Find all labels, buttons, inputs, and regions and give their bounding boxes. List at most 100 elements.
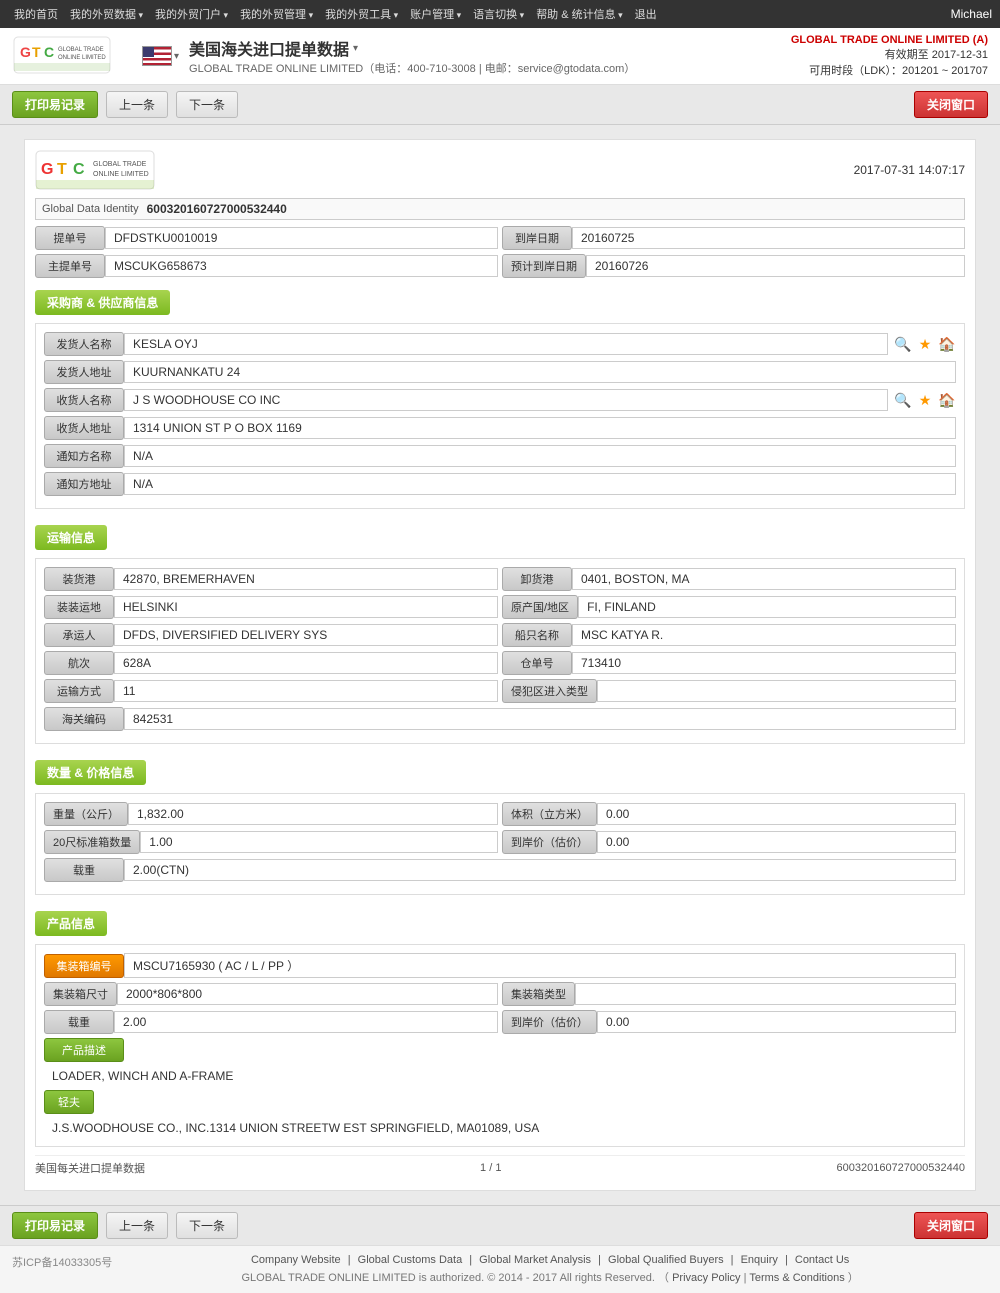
svg-text:GLOBAL TRADE: GLOBAL TRADE <box>93 161 147 168</box>
estimated-arrival-value: 20160726 <box>586 255 965 277</box>
origin-country-value: FI, FINLAND <box>578 596 956 618</box>
privacy-link[interactable]: Privacy Policy <box>672 1272 740 1284</box>
container-no-row: 集装箱编号 MSCU7165930 ( AC / L / PP ） <box>44 953 956 978</box>
shipper-addr-row: 发货人地址 KUURNANKATU 24 <box>44 360 956 384</box>
notify-addr-label: 通知方地址 <box>44 472 124 496</box>
container-no-label: 集装箱编号 <box>44 954 124 978</box>
consignee-name-icons: 🔍 ★ 🏠 <box>894 391 956 409</box>
nav-account[interactable]: 账户管理 <box>404 6 467 22</box>
bottom-toolbar: 打印易记录 上一条 下一条 关闭窗口 <box>0 1205 1000 1245</box>
title-dropdown[interactable]: ▾ <box>353 43 358 54</box>
account-time: 可用时段（LDK）：201201 ~ 201707 <box>791 62 988 78</box>
shipper-addr-value: KUURNANKATU 24 <box>124 361 956 383</box>
icp-number: 苏ICP备14033305号 <box>12 1254 112 1270</box>
consignee-name-value: J S WOODHOUSE CO INC <box>124 389 888 411</box>
product-section: 集装箱编号 MSCU7165930 ( AC / L / PP ） 集装箱尺寸 … <box>35 944 965 1147</box>
carrier-value: DFDS, DIVERSIFIED DELIVERY SYS <box>114 624 498 646</box>
consignee-name-label: 收货人名称 <box>44 388 124 412</box>
page-title: 美国海关进口提单数据 <box>189 36 349 60</box>
close-button[interactable]: 关闭窗口 <box>914 91 988 118</box>
weight-col: 重量（公斤） 1,832.00 <box>44 802 498 826</box>
bottom-print-button[interactable]: 打印易记录 <box>12 1212 98 1239</box>
master-bill-value: MSCUKG658673 <box>105 255 498 277</box>
account-validity: 有效期至 2017-12-31 <box>791 46 988 62</box>
svg-text:C: C <box>44 44 54 60</box>
record-id: 600320160727000532440 <box>837 1162 965 1174</box>
svg-text:GLOBAL TRADE: GLOBAL TRADE <box>58 47 104 53</box>
discharge-port-label: 卸货港 <box>502 567 572 591</box>
prev-button[interactable]: 上一条 <box>106 91 168 118</box>
footer-company-website[interactable]: Company Website <box>251 1254 341 1266</box>
estimated-arrival-col: 预计到岸日期 20160726 <box>502 254 965 278</box>
master-bill-col: 主提单号 MSCUKG658673 <box>35 254 498 278</box>
nav-portal[interactable]: 我的外贸门户 <box>149 6 234 22</box>
container-20-label: 20尺标准箱数量 <box>44 830 140 854</box>
prod-price-col: 到岸价（估价） 0.00 <box>502 1010 956 1034</box>
notify-addr-value: N/A <box>124 473 956 495</box>
footer-market-analysis[interactable]: Global Market Analysis <box>479 1254 591 1266</box>
mode-zone-row: 运输方式 11 侵犯区进入类型 <box>44 679 956 703</box>
loading-place-col: 装装运地 HELSINKI <box>44 595 498 619</box>
weight-volume-row: 重量（公斤） 1,832.00 体积（立方米） 0.00 <box>44 802 956 826</box>
buyer-supplier-section: 发货人名称 KESLA OYJ 🔍 ★ 🏠 发货人地址 KUURNANKATU … <box>35 323 965 509</box>
customs-code-row: 海关编码 842531 <box>44 707 956 731</box>
bottom-prev-button[interactable]: 上一条 <box>106 1212 168 1239</box>
terms-link[interactable]: Terms & Conditions <box>749 1272 844 1284</box>
consignee-star-icon[interactable]: ★ <box>916 391 934 409</box>
prod-qty-label: 载重 <box>44 1010 114 1034</box>
nav-management[interactable]: 我的外贸管理 <box>234 6 319 22</box>
record-pages: 1 / 1 <box>480 1162 501 1174</box>
search-icon[interactable]: 🔍 <box>894 335 912 353</box>
loading-port-label: 装货港 <box>44 567 114 591</box>
place-origin-row: 装装运地 HELSINKI 原产国/地区 FI, FINLAND <box>44 595 956 619</box>
buyer-label-row: 轻夫 <box>44 1090 956 1114</box>
transport-mode-col: 运输方式 11 <box>44 679 498 703</box>
consignee-search-icon[interactable]: 🔍 <box>894 391 912 409</box>
carrier-label: 承运人 <box>44 623 114 647</box>
container-20-value: 1.00 <box>140 831 498 853</box>
shipper-name-value: KESLA OYJ <box>124 333 888 355</box>
flag-dropdown-arrow[interactable]: ▾ <box>174 51 179 62</box>
nav-data[interactable]: 我的外贸数据 <box>64 6 149 22</box>
nav-home[interactable]: 我的首页 <box>8 6 64 22</box>
footer-enquiry[interactable]: Enquiry <box>741 1254 778 1266</box>
arrival-date-label: 到岸日期 <box>502 226 572 250</box>
consignee-name-row: 收货人名称 J S WOODHOUSE CO INC 🔍 ★ 🏠 <box>44 388 956 412</box>
home-icon[interactable]: 🏠 <box>938 335 956 353</box>
transport-mode-label: 运输方式 <box>44 679 114 703</box>
next-button[interactable]: 下一条 <box>176 91 238 118</box>
discharge-port-col: 卸货港 0401, BOSTON, MA <box>502 567 956 591</box>
bill-no-value: DFDSTKU0010019 <box>105 227 498 249</box>
nav-help[interactable]: 帮助 & 统计信息 <box>530 6 628 22</box>
discharge-port-value: 0401, BOSTON, MA <box>572 568 956 590</box>
record-source: 美国每关进口提单数据 <box>35 1160 145 1176</box>
volume-label: 体积（立方米） <box>502 802 597 826</box>
footer-qualified-buyers[interactable]: Global Qualified Buyers <box>608 1254 724 1266</box>
bottom-next-button[interactable]: 下一条 <box>176 1212 238 1239</box>
shipper-name-row: 发货人名称 KESLA OYJ 🔍 ★ 🏠 <box>44 332 956 356</box>
nav-tools[interactable]: 我的外贸工具 <box>319 6 404 22</box>
top-navigation: 我的首页 我的外贸数据 我的外贸门户 我的外贸管理 我的外贸工具 账户管理 语言… <box>0 0 1000 28</box>
quantity-label: 载重 <box>44 858 124 882</box>
us-flag <box>142 46 172 66</box>
title-area: 美国海关进口提单数据 ▾ GLOBAL TRADE ONLINE LIMITED… <box>189 36 791 76</box>
record-gtc-logo: G T C GLOBAL TRADE ONLINE LIMITED <box>35 150 155 190</box>
bottom-close-button[interactable]: 关闭窗口 <box>914 1212 988 1239</box>
container-price-row: 20尺标准箱数量 1.00 到岸价（估价） 0.00 <box>44 830 956 854</box>
quantity-row: 载重 2.00(CTN) <box>44 858 956 882</box>
nav-language[interactable]: 语言切换 <box>467 6 530 22</box>
consignee-addr-value: 1314 UNION ST P O BOX 1169 <box>124 417 956 439</box>
transport-header: 运输信息 <box>35 525 107 550</box>
nav-logout[interactable]: 退出 <box>629 6 663 22</box>
consignee-home-icon[interactable]: 🏠 <box>938 391 956 409</box>
svg-text:T: T <box>32 44 41 60</box>
arrival-price-value: 0.00 <box>597 831 956 853</box>
manifest-label: 仓单号 <box>502 651 572 675</box>
footer-customs-data[interactable]: Global Customs Data <box>358 1254 463 1266</box>
star-icon[interactable]: ★ <box>916 335 934 353</box>
footer-contact-us[interactable]: Contact Us <box>795 1254 849 1266</box>
bill-no-col: 提单号 DFDSTKU0010019 <box>35 226 498 250</box>
print-button[interactable]: 打印易记录 <box>12 91 98 118</box>
master-bill-label: 主提单号 <box>35 254 105 278</box>
gdi-label: Global Data Identity <box>42 203 139 215</box>
